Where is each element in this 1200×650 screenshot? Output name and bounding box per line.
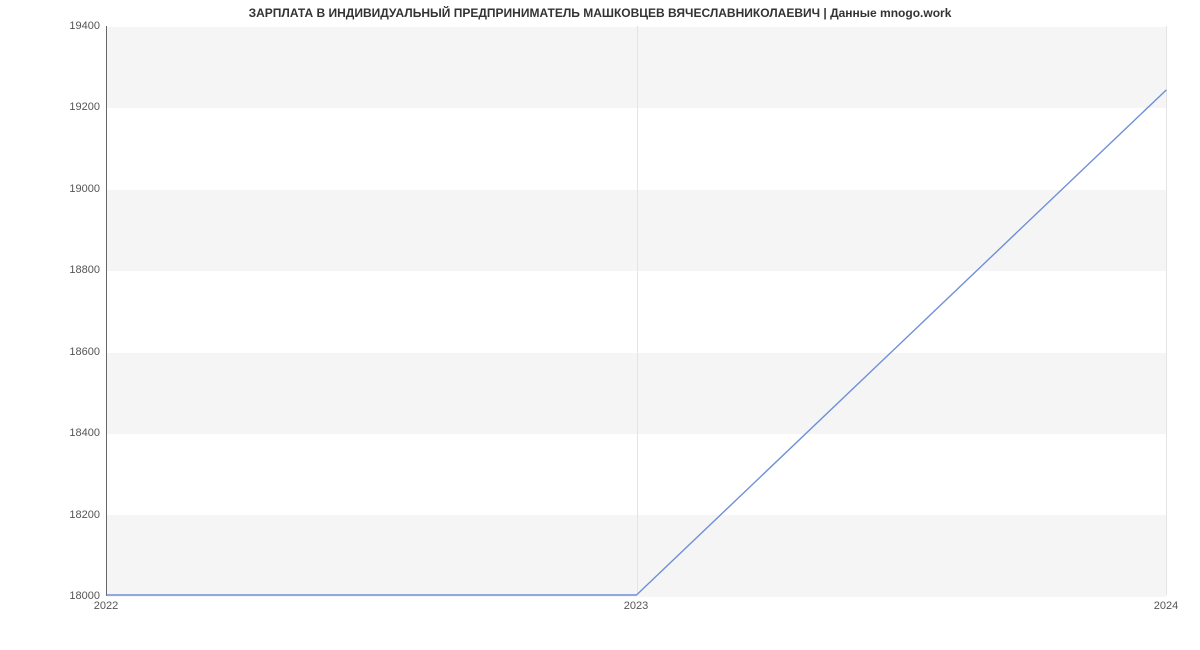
ytick-label: 19000 [40,183,100,195]
ytick-label: 19400 [40,20,100,32]
ytick-label: 18800 [40,264,100,276]
xtick-label: 2022 [94,600,118,612]
chart-title: ЗАРПЛАТА В ИНДИВИДУАЛЬНЫЙ ПРЕДПРИНИМАТЕЛ… [0,6,1200,20]
ytick-label: 18000 [40,590,100,602]
line-series [107,26,1166,595]
plot-area [106,26,1166,596]
chart-container: ЗАРПЛАТА В ИНДИВИДУАЛЬНЫЙ ПРЕДПРИНИМАТЕЛ… [0,0,1200,650]
xtick-label: 2023 [624,600,648,612]
ytick-label: 19200 [40,101,100,113]
gridline-v-2024 [1166,26,1167,595]
ytick-label: 18600 [40,346,100,358]
ytick-label: 18400 [40,427,100,439]
ytick-label: 18200 [40,509,100,521]
xtick-label: 2024 [1154,600,1178,612]
